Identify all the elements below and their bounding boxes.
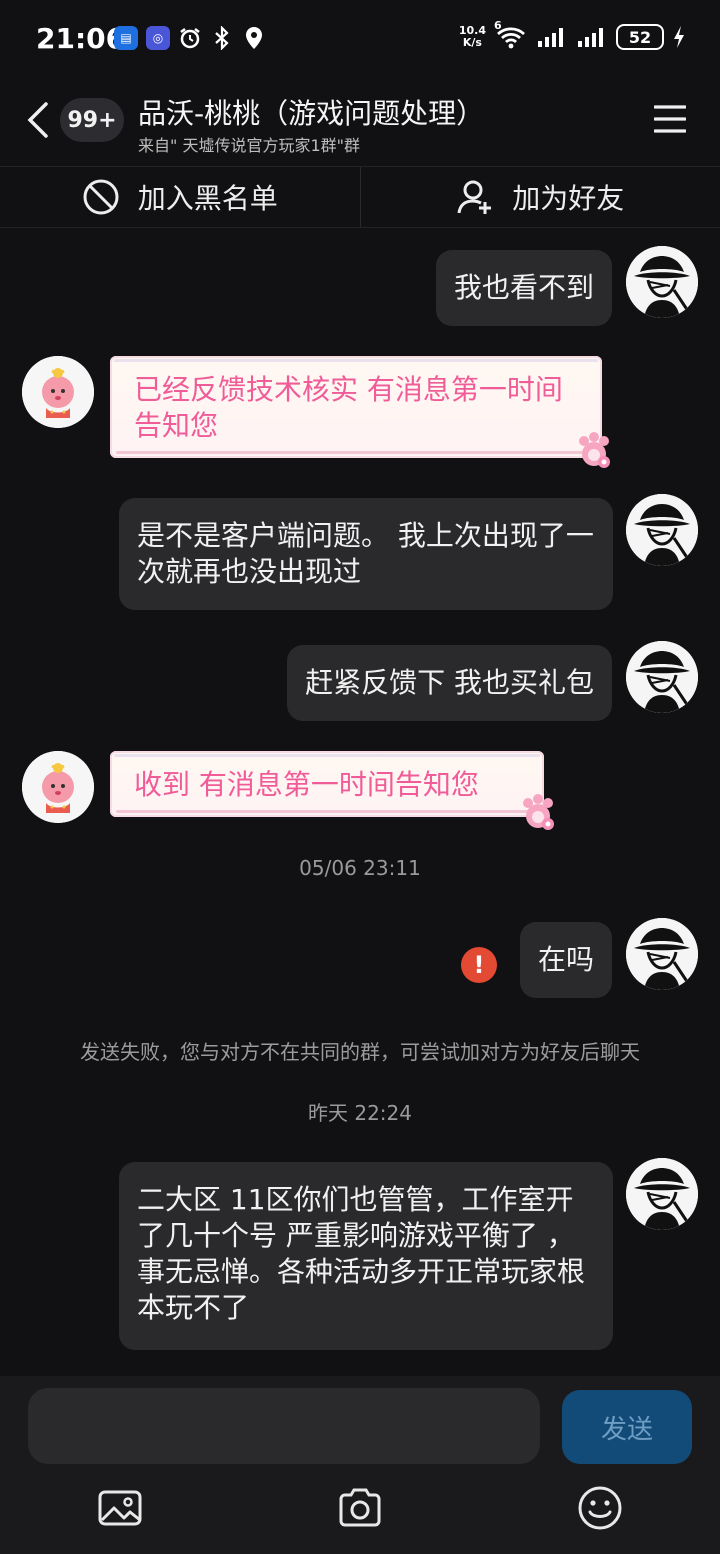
send-failed-icon[interactable]: ! [461,947,497,983]
block-icon [83,179,119,215]
bluetooth-icon [210,26,234,50]
image-icon [98,1490,142,1526]
message-text: 收到 有消息第一时间告知您 [134,768,479,801]
location-icon [242,26,266,50]
status-bar: 21:06 ▤ ◎ 10.4 K/s 6 52 [0,0,720,84]
message-text: 在吗 [537,943,594,976]
cowboy-avatar-icon [626,641,698,713]
charging-icon [672,25,686,49]
status-notification-icons: ▤ ◎ [114,26,266,50]
cartoon-girl-avatar-icon [22,751,94,823]
cowboy-avatar-icon [626,246,698,318]
alarm-icon [178,26,202,50]
emoji-button[interactable] [576,1484,624,1532]
message-bubble[interactable]: 二大区 11区你们也管管，工作室开了几十个号 严重影响游戏平衡了 ，事无忌惮。各… [119,1162,613,1350]
decorated-message-bubble[interactable]: 收到 有消息第一时间告知您 [110,751,544,817]
status-right-icons: 10.4 K/s 6 52 [459,19,686,50]
self-avatar[interactable] [626,918,698,990]
network-speed: 10.4 K/s [459,25,486,49]
camera-icon [339,1488,381,1527]
message-bubble[interactable]: 在吗 [519,922,612,998]
signal-icon-2 [576,25,608,49]
app-notification-icon: ▤ [114,26,138,50]
action-bar: 加入黑名单 加为好友 [0,166,720,228]
message-input[interactable] [28,1388,540,1464]
contact-avatar[interactable] [22,356,94,428]
message-bubble[interactable]: 我也看不到 [435,250,612,326]
add-friend-label: 加为好友 [512,182,625,215]
message-text: 是不是客户端问题。 我上次出现了一次就再也没出现过 [137,519,594,588]
back-button[interactable] [22,98,58,142]
timestamp: 05/06 23:11 [299,856,421,880]
composer: 发送 [0,1376,720,1554]
system-note: 发送失败，您与对方不在共同的群，可尝试加对方为好友后聊天 [80,1040,640,1064]
app-notification-icon-2: ◎ [146,26,170,50]
block-button[interactable]: 加入黑名单 [0,167,360,227]
wifi-gen-label: 6 [494,19,502,32]
camera-button[interactable] [336,1484,384,1532]
add-user-icon [457,180,492,214]
menu-button[interactable] [653,104,687,134]
message-bubble[interactable]: 是不是客户端问题。 我上次出现了一次就再也没出现过 [119,498,613,610]
contact-avatar[interactable] [22,751,94,823]
battery-indicator: 52 [616,24,664,50]
status-time: 21:06 [36,22,126,55]
paw-sticker-icon [523,794,554,830]
self-avatar[interactable] [626,494,698,566]
chat-header: 99+ 品沃-桃桃（游戏问题处理） 来自" 天墟传说官方玩家1群"群 [0,84,720,166]
cowboy-avatar-icon [626,1158,698,1230]
message-text: 赶紧反馈下 我也买礼包 [305,666,594,699]
add-friend-button[interactable]: 加为好友 [361,167,720,227]
self-avatar[interactable] [626,246,698,318]
timestamp: 昨天 22:24 [308,1101,412,1125]
send-button[interactable]: 发送 [562,1390,692,1464]
message-text: 我也看不到 [453,271,594,304]
chevron-left-icon [27,102,48,138]
decorated-message-bubble[interactable]: 已经反馈技术核实 有消息第一时间告知您 [110,356,602,458]
self-avatar[interactable] [626,641,698,713]
unread-badge[interactable]: 99+ [60,98,124,142]
message-bubble[interactable]: 赶紧反馈下 我也买礼包 [287,645,612,721]
network-speed-unit: K/s [462,36,482,49]
smiley-icon [578,1486,622,1530]
block-label: 加入黑名单 [137,182,278,215]
wifi-icon: 6 [494,19,528,49]
paw-sticker-icon [579,432,610,468]
message-text: 二大区 11区你们也管管，工作室开了几十个号 严重影响游戏平衡了 ，事无忌惮。各… [137,1183,586,1324]
chat-title: 品沃-桃桃（游戏问题处理） [138,97,485,130]
cartoon-girl-avatar-icon [22,356,94,428]
gallery-button[interactable] [96,1484,144,1532]
chat-subtitle: 来自" 天墟传说官方玩家1群"群 [138,136,360,155]
message-text: 已经反馈技术核实 有消息第一时间告知您 [134,373,563,442]
cowboy-avatar-icon [626,918,698,990]
cowboy-avatar-icon [626,494,698,566]
self-avatar[interactable] [626,1158,698,1230]
hamburger-menu-icon [653,105,687,133]
signal-icon [536,25,568,49]
